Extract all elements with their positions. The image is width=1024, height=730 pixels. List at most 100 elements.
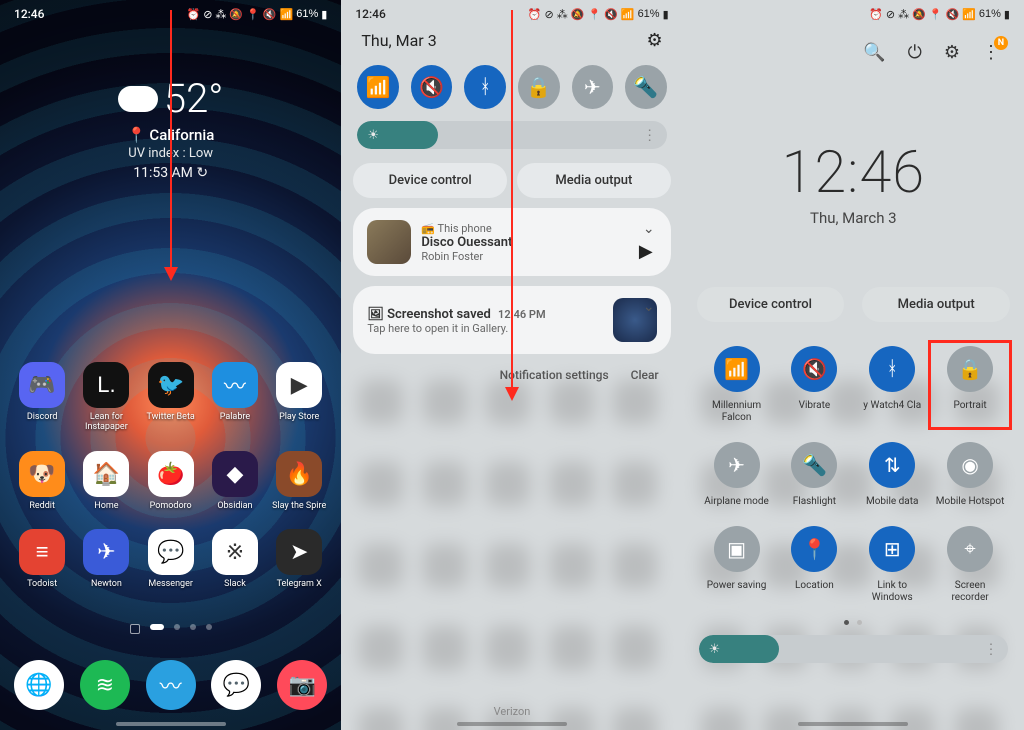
app-icon: 🐶 [19,451,65,497]
qs-tile-y-watch4-cla[interactable]: ᚼ y Watch4 Cla [856,346,928,424]
qs-tile-link-to-windows[interactable]: ⊞Link to Windows [856,526,928,604]
qs-tile-mobile-hotspot[interactable]: ◉Mobile Hotspot [934,442,1006,508]
qs-tile-icon: 📍 [791,526,837,572]
app-icon: ✈ [83,529,129,575]
qs-tile-sound[interactable]: 🔇 [411,65,453,109]
status-indicator-icon: ⏰ [187,8,201,21]
media-output-pill[interactable]: Media output [862,287,1010,322]
app-reddit[interactable]: 🐶 Reddit [14,451,70,511]
qs-date[interactable]: Thu, Mar 3 [361,31,436,50]
app-slay-the-spire[interactable]: 🔥Slay the Spire [271,451,327,511]
qs-tile-mobile-data[interactable]: ⇅Mobile data [856,442,928,508]
app-icon: ◆ [212,451,258,497]
weather-cloud-icon [118,86,158,112]
app-label: Pomodoro [150,501,192,511]
app-discord[interactable]: 🎮Discord [14,362,70,433]
status-indicator-icon: 61% [296,8,318,20]
qs-tile-power-saving[interactable]: ▣Power saving [701,526,773,604]
dock-app[interactable]: 〰 [146,660,196,710]
app-label: Messenger [148,579,193,589]
app-obsidian[interactable]: ◆ Obsidian [207,451,263,511]
app-label: Play Store [279,412,319,422]
dock-app[interactable]: ≋ [80,660,130,710]
quick-settings-partial-pane: 12:46 ⏰⊘⁂🔕📍🔇📶61%▮ Thu, Mar 3 ⚙ 📶🔇ᚼ🔒✈🔦 ☀ … [341,0,682,730]
app-label: Reddit [29,501,55,511]
album-art [367,220,411,264]
qs-tile-wifi[interactable]: 📶 [357,65,399,109]
app-label: Newton [91,579,122,589]
qs-tile-icon: 🔇 [791,346,837,392]
app-newton[interactable]: ✈ Newton [78,529,134,589]
qs-tile-screen-recorder[interactable]: ⌖Screen recorder [934,526,1006,604]
play-icon[interactable]: ▶ [639,241,653,262]
media-output-pill[interactable]: Media output [517,163,671,198]
app-label: Twitter Beta [147,412,195,422]
settings-gear-icon[interactable]: ⚙ [647,30,663,51]
qs-tile-flashlight[interactable]: 🔦 [625,65,667,109]
brightness-more-icon[interactable]: ⋮ [643,127,657,144]
status-icons: ⏰⊘⁂🔕📍🔇📶61%▮ [187,8,328,21]
brightness-more-icon[interactable]: ⋮ [984,641,998,658]
qs-clock[interactable]: 12:46 Thu, March 3 [693,69,1014,227]
qs-tile-rotation[interactable]: 🔒 [518,65,560,109]
settings-gear-icon[interactable]: ⚙ [944,42,960,63]
app-todoist[interactable]: ≡Todoist [14,529,70,589]
app-icon: 🔥 [276,451,322,497]
app-label: Obsidian [217,501,252,511]
app-icon: 🏠 [83,451,129,497]
app-twitter-beta[interactable]: 🐦 Twitter Beta [143,362,199,433]
app-play-store[interactable]: ▶Play Store [271,362,327,433]
qs-tile-bluetooth[interactable]: ᚼ [464,65,506,109]
clear-notifications-link[interactable]: Clear [631,368,659,382]
app-home[interactable]: 🏠Home [78,451,134,511]
qs-time: 12:46 [693,139,1014,207]
app-palabre[interactable]: 〰Palabre [207,362,263,433]
status-bar: ⏰⊘⁂🔕📍🔇📶61%▮ [683,0,1024,28]
dock-app[interactable]: 🌐 [14,660,64,710]
nav-bar[interactable] [116,722,226,726]
app-telegram-x[interactable]: ➤Telegram X [271,529,327,589]
qs-tile-location[interactable]: 📍Location [778,526,850,604]
page-indicator[interactable] [0,624,341,634]
app-pomodoro[interactable]: 🍅Pomodoro [143,451,199,511]
device-control-pill[interactable]: Device control [697,287,845,322]
qs-tile-icon: ◉ [947,442,993,488]
qs-tile-label: Portrait [953,400,986,412]
dock-app[interactable]: 💬 [211,660,261,710]
chevron-down-icon[interactable]: ⌄ [643,220,655,237]
qs-tile-millennium-falcon[interactable]: 📶Millennium Falcon [701,346,773,424]
app-lean-for-instapaper[interactable]: L.Lean for Instapaper [78,362,134,433]
app-messenger[interactable]: 💬Messenger [143,529,199,589]
dock-app[interactable]: 📷 [277,660,327,710]
qs-tile-label: y Watch4 Cla [863,400,921,412]
status-clock: 12:46 [355,7,385,21]
qs-page-indicator[interactable] [693,620,1014,625]
power-icon[interactable]: ⏻ [908,42,922,63]
nav-bar[interactable] [798,722,908,726]
search-icon[interactable]: 🔍 [863,42,885,63]
app-slack[interactable]: ※Slack [207,529,263,589]
qs-tile-airplane[interactable]: ✈ [572,65,614,109]
status-indicator-icon: 🔕 [229,8,243,21]
nav-bar[interactable] [457,722,567,726]
qs-tile-airplane-mode[interactable]: ✈Airplane mode [701,442,773,508]
qs-tile-flashlight[interactable]: 🔦Flashlight [778,442,850,508]
qs-tile-vibrate[interactable]: 🔇Vibrate [778,346,850,424]
qs-tile-icon: ᚼ [869,346,915,392]
status-indicator-icon: 🔇 [263,8,277,21]
qs-tile-icon: ✈ [714,442,760,488]
chevron-down-icon[interactable]: ⌄ [643,298,655,315]
qs-top-icons: 🔍 ⏻ ⚙ ⋮ N [693,24,1014,69]
brightness-icon: ☀ [709,641,721,657]
notification-badge: N [994,36,1008,50]
qs-tile-label: Power saving [707,580,767,592]
brightness-slider[interactable]: ☀ ⋮ [699,635,1008,663]
app-icon: 🐦 [148,362,194,408]
status-indicator-icon: ▮ [321,8,327,21]
qs-tile-portrait[interactable]: 🔒Portrait [934,346,1006,424]
qs-tile-icon: 📶 [714,346,760,392]
device-control-pill[interactable]: Device control [353,163,507,198]
status-indicator-icon: 📶 [962,8,976,21]
app-label: Discord [27,412,58,422]
status-indicator-icon: ⁂ [557,8,568,21]
